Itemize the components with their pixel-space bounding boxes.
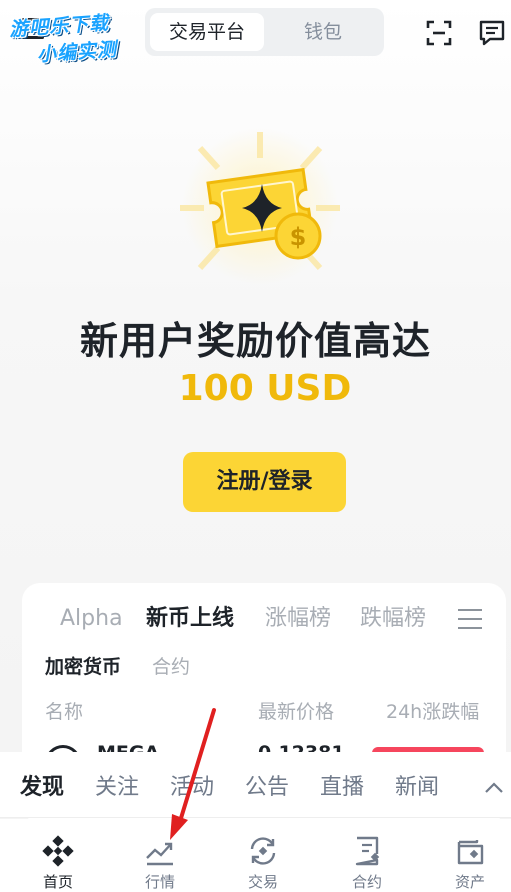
news-tab-announcements[interactable]: 公告 <box>245 769 289 801</box>
subtab-futures[interactable]: 合约 <box>152 652 190 679</box>
market-chart-icon <box>146 842 173 866</box>
column-header-change: 24h涨跌幅 <box>386 701 480 723</box>
news-tab-news[interactable]: 新闻 <box>395 769 439 801</box>
nav-label-home: 首页 <box>42 873 73 891</box>
hero-reward-amount: 100 USD <box>178 368 352 409</box>
svg-text:$: $ <box>290 223 307 251</box>
platform-wallet-switch: 交易平台 钱包 <box>145 8 384 56</box>
nav-label-trade: 交易 <box>247 873 278 891</box>
wallet-icon <box>457 840 484 865</box>
nav-label-assets: 资产 <box>454 873 485 891</box>
column-header-name: 名称 <box>45 701 84 723</box>
tab-alpha[interactable]: Alpha <box>60 600 123 638</box>
news-tab-campaigns[interactable]: 活动 <box>170 769 214 801</box>
nav-trade[interactable]: 交易 <box>213 819 313 892</box>
tab-wallet[interactable]: 钱包 <box>267 13 379 51</box>
tab-exchange[interactable]: 交易平台 <box>150 13 264 51</box>
register-login-button[interactable]: 注册/登录 <box>183 452 346 512</box>
news-tab-live[interactable]: 直播 <box>320 769 364 801</box>
nav-assets[interactable]: 资产 <box>420 819 511 892</box>
message-icon[interactable] <box>478 19 506 47</box>
nav-label-futures: 合约 <box>351 873 382 891</box>
scan-icon[interactable] <box>425 19 453 47</box>
reward-ticket-icon: $ <box>180 128 340 284</box>
nav-futures[interactable]: 合约 <box>317 819 417 892</box>
bottom-nav: 首页 行情 交易 合约 资产 <box>0 819 511 892</box>
top-bar: 游吧乐下载 小编实测 交易平台 钱包 <box>0 0 511 70</box>
list-menu-icon[interactable] <box>458 609 482 631</box>
tab-new-listings[interactable]: 新币上线 <box>146 600 234 638</box>
hero-title: 新用户奖励价值高达 <box>79 319 431 363</box>
futures-contract-icon <box>355 836 380 866</box>
trade-exchange-icon <box>250 837 276 865</box>
chevron-up-icon[interactable] <box>484 780 504 794</box>
news-category-bar: 发现 关注 活动 公告 直播 新闻 <box>0 752 511 818</box>
tab-top-gainers[interactable]: 涨幅榜 <box>265 600 331 638</box>
column-header-price: 最新价格 <box>258 701 335 723</box>
subtab-crypto[interactable]: 加密货币 <box>45 652 121 679</box>
binance-logo-icon <box>42 835 74 867</box>
nav-label-markets: 行情 <box>144 873 175 891</box>
news-tab-discover[interactable]: 发现 <box>20 769 64 801</box>
nav-home[interactable]: 首页 <box>8 819 108 892</box>
nav-markets[interactable]: 行情 <box>110 819 210 892</box>
watermark-overlay: 游吧乐下载 小编实测 <box>8 5 152 71</box>
news-tab-following[interactable]: 关注 <box>95 769 139 801</box>
market-tabs: Alpha 新币上线 涨幅榜 跌幅榜 <box>22 600 502 640</box>
tab-top-losers[interactable]: 跌幅榜 <box>360 600 426 638</box>
